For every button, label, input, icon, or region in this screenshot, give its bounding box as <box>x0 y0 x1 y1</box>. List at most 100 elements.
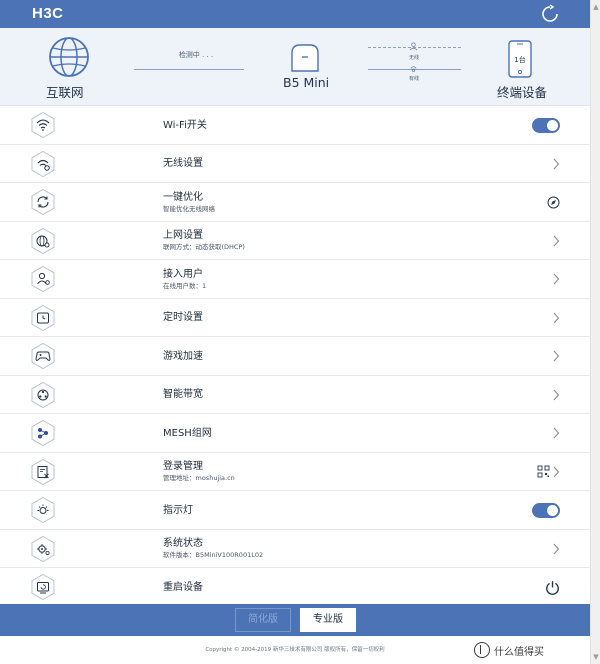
settings-menu: Wi-Fi开关 无线设置 一键优化 智能优化无线网络 上网设置 联网方式：动态获… <box>0 106 590 607</box>
menu-row-title: 智能带宽 <box>163 389 203 400</box>
menu-row-title: Wi-Fi开关 <box>163 119 207 131</box>
toggle-switch[interactable] <box>532 502 560 518</box>
indicator-light-icon <box>31 496 55 524</box>
menu-row[interactable]: 无线设置 <box>0 144 590 183</box>
menu-row[interactable]: 系统状态 软件版本：B5MiniV100R001L02 <box>0 529 590 568</box>
menu-row[interactable]: 一键优化 智能优化无线网络 <box>0 183 590 222</box>
menu-row-control <box>552 376 560 414</box>
system-status-icon <box>31 535 55 562</box>
menu-row-control <box>552 414 560 452</box>
menu-row-texts: 游戏加速 <box>163 337 203 375</box>
menu-row-control <box>532 106 560 144</box>
pro-mode-button[interactable]: 专业版 <box>300 608 356 632</box>
globe-icon[interactable] <box>48 36 90 78</box>
menu-row-texts: 一键优化 智能优化无线网络 <box>163 183 215 221</box>
menu-row[interactable]: 定时设置 <box>0 298 590 337</box>
chevron-right-icon[interactable] <box>552 427 560 439</box>
wired-icon <box>410 66 417 72</box>
menu-row-control <box>547 183 560 221</box>
menu-row-texts: 系统状态 软件版本：B5MiniV100R001L02 <box>163 530 263 568</box>
chevron-right-icon[interactable] <box>552 235 560 247</box>
menu-row-title: 无线设置 <box>163 158 203 169</box>
login-manage-icon <box>31 458 55 485</box>
scroll-up-icon[interactable]: ▲ <box>592 2 600 12</box>
menu-row[interactable]: Wi-Fi开关 <box>0 106 590 145</box>
globe-settings-icon <box>31 227 55 254</box>
menu-row-texts: 接入用户 在线用户数：1 <box>163 260 206 298</box>
menu-row-title: MESH组网 <box>163 427 212 439</box>
menu-row[interactable]: 登录管理 管理地址：moshujia.cn <box>0 452 590 491</box>
checking-status: 检测中 . . . <box>178 51 214 59</box>
menu-row-control <box>552 337 560 375</box>
network-status: 互联网 检测中 . . . B5 Mini 无线 有线 1台 终端设备 <box>0 28 590 106</box>
scrollbar[interactable]: ▲ ▼ <box>590 0 600 664</box>
menu-row-subtitle: 在线用户数：1 <box>163 281 207 290</box>
wired-text: 有线 <box>408 76 419 82</box>
menu-row[interactable]: 接入用户 在线用户数：1 <box>0 260 590 299</box>
menu-row-control <box>545 568 560 606</box>
menu-row-texts: 指示灯 <box>163 491 193 529</box>
menu-row[interactable]: MESH组网 <box>0 414 590 453</box>
toggle-knob <box>547 119 558 131</box>
menu-row-subtitle: 联网方式：动态获取(DHCP) <box>163 243 245 251</box>
top-bar: H3C <box>0 0 590 28</box>
copyright-text: Copyright © 2004-2019 新华三技术有限公司 版权所有，保留一… <box>205 647 385 653</box>
chevron-right-icon[interactable] <box>552 466 560 478</box>
devices-label: 终端设备 <box>497 85 548 100</box>
menu-row-title: 登录管理 <box>163 461 203 472</box>
link-line-internet <box>134 69 244 70</box>
chevron-right-icon[interactable] <box>552 273 560 285</box>
chevron-right-icon[interactable] <box>552 312 560 324</box>
chevron-right-icon[interactable] <box>552 389 560 401</box>
toggle-knob <box>547 504 558 516</box>
menu-row-title: 上网设置 <box>163 230 203 241</box>
optimize-icon <box>31 188 55 216</box>
device-count: 1台 <box>514 56 526 64</box>
menu-row-title: 系统状态 <box>163 538 203 549</box>
menu-row-texts: MESH组网 <box>163 414 212 452</box>
menu-row-title: 指示灯 <box>163 504 193 516</box>
chevron-right-icon[interactable] <box>552 158 560 170</box>
menu-row[interactable]: 游戏加速 <box>0 337 590 376</box>
menu-row-control <box>552 260 560 298</box>
menu-row-texts: 定时设置 <box>163 299 203 337</box>
menu-row-title: 一键优化 <box>163 191 203 203</box>
menu-row-title: 定时设置 <box>163 312 203 323</box>
menu-row-texts: 上网设置 联网方式：动态获取(DHCP) <box>163 222 245 260</box>
menu-row-control <box>537 453 560 491</box>
menu-row-control <box>552 145 560 183</box>
qr-code-icon[interactable] <box>537 465 550 478</box>
scroll-down-icon[interactable]: ▼ <box>592 652 600 662</box>
watermark-logo-icon <box>474 642 490 658</box>
chevron-right-icon[interactable] <box>552 543 560 555</box>
menu-row-subtitle: 管理地址：moshujia.cn <box>163 474 235 482</box>
wifi-settings-icon <box>31 150 55 177</box>
internet-label: 互联网 <box>46 85 84 100</box>
menu-row-control <box>532 491 560 529</box>
toggle-switch[interactable] <box>532 117 560 133</box>
menu-row[interactable]: 智能带宽 <box>0 375 590 414</box>
router-icon[interactable] <box>288 43 322 73</box>
bandwidth-icon <box>31 381 55 408</box>
users-icon <box>31 265 55 293</box>
timer-icon <box>31 304 55 331</box>
chevron-right-icon[interactable] <box>552 350 560 362</box>
restart-icon <box>31 573 55 601</box>
menu-row-texts: Wi-Fi开关 <box>163 106 207 144</box>
menu-row-texts: 无线设置 <box>163 145 203 183</box>
power-icon[interactable] <box>545 580 560 595</box>
compass-icon[interactable] <box>547 196 560 209</box>
menu-row-title: 接入用户 <box>163 268 203 280</box>
menu-row-control <box>552 222 560 260</box>
menu-row-control <box>552 530 560 568</box>
menu-row[interactable]: 指示灯 <box>0 491 590 530</box>
bottom-bar: 简化版 专业版 <box>0 604 590 636</box>
menu-row-texts: 登录管理 管理地址：moshujia.cn <box>163 453 235 491</box>
menu-row-subtitle: 智能优化无线网络 <box>163 204 215 213</box>
refresh-icon[interactable] <box>540 4 560 24</box>
simple-mode-button[interactable]: 简化版 <box>235 608 291 632</box>
menu-row[interactable]: 重启设备 <box>0 568 590 607</box>
menu-row[interactable]: 上网设置 联网方式：动态获取(DHCP) <box>0 221 590 260</box>
mesh-icon <box>31 419 55 447</box>
wireless-user-icon <box>409 42 418 51</box>
